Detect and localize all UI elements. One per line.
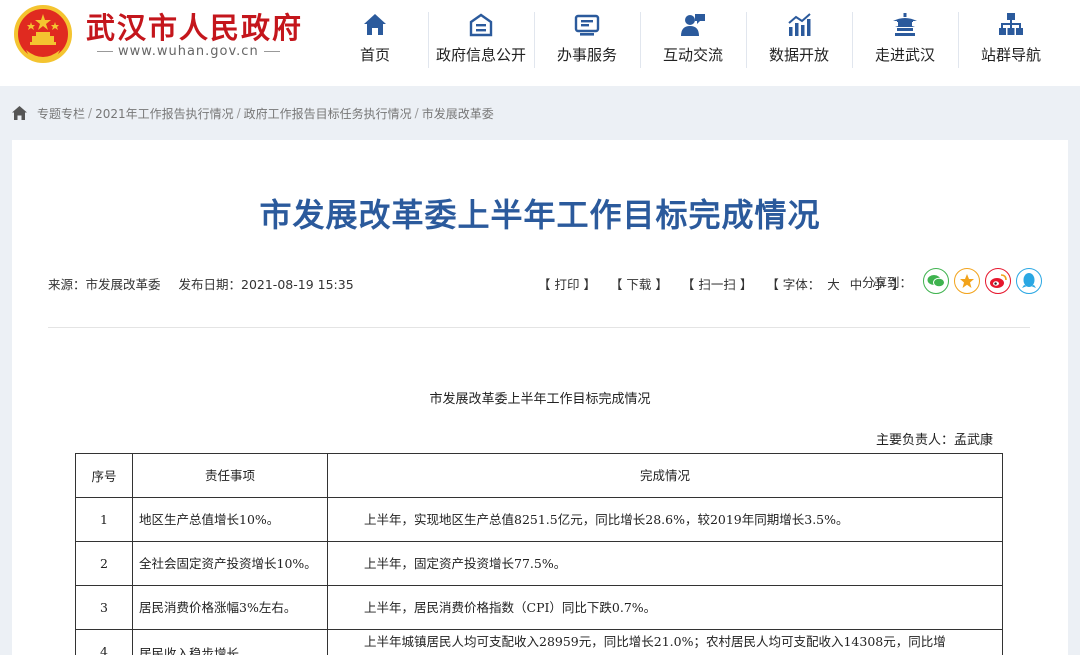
favorite-star-icon bbox=[960, 274, 975, 288]
nav-label: 首页 bbox=[359, 46, 390, 64]
breadcrumb-link[interactable]: 市发展改革委 bbox=[422, 105, 494, 122]
publish-date: 发布日期：2021-08-19 15:35 bbox=[178, 277, 354, 292]
pavilion-icon bbox=[893, 13, 917, 36]
main-nav: 首页 政府信息公开 办事服务 互动交流 数据开放 走进武汉 站群导航 bbox=[322, 8, 1064, 74]
row-result: 上半年，居民消费价格指数（CPI）同比下跌0.7%。 bbox=[327, 585, 1003, 630]
header-cell-item: 责任事项 bbox=[132, 453, 328, 498]
table-row: 3 居民消费价格涨幅3%左右。 上半年，居民消费价格指数（CPI）同比下跌0.7… bbox=[75, 585, 1003, 630]
row-result: 上半年，实现地区生产总值8251.5亿元，同比增长28.6%，较2019年同期增… bbox=[327, 497, 1003, 542]
sitemap-icon bbox=[999, 13, 1023, 35]
nav-service[interactable]: 办事服务 bbox=[534, 8, 640, 74]
row-number: 3 bbox=[75, 585, 133, 630]
share-wechat-button[interactable] bbox=[923, 268, 950, 294]
breadcrumb-link[interactable]: 专题专栏 bbox=[37, 105, 85, 122]
breadcrumb: 专题专栏 / 2021年工作报告执行情况 / 政府工作报告目标任务执行情况 / … bbox=[12, 103, 494, 123]
nav-about-wuhan[interactable]: 走进武汉 bbox=[852, 8, 958, 74]
download-button[interactable]: 【 下载 】 bbox=[610, 277, 668, 292]
row-result: 上半年城镇居民人均可支配收入28959元，同比增长21.0%；农村居民人均可支配… bbox=[327, 629, 1003, 655]
nav-label: 站群导航 bbox=[980, 46, 1041, 64]
site-header: 武汉市人民政府 www.wuhan.gov.cn 首页 政府信息公开 办事服务 … bbox=[0, 0, 1080, 86]
nav-label: 政府信息公开 bbox=[435, 46, 526, 64]
article-tools: 【 打印 】 【 下载 】 【 扫一扫 】 【 字体： 大 中 小 】 bbox=[538, 274, 904, 293]
print-button[interactable]: 【 打印 】 bbox=[538, 277, 596, 292]
site-url: www.wuhan.gov.cn bbox=[92, 44, 285, 59]
nav-label: 数据开放 bbox=[768, 46, 829, 64]
row-number: 4 bbox=[75, 629, 133, 655]
info-disclosure-icon bbox=[469, 13, 493, 37]
nav-label: 互动交流 bbox=[662, 46, 723, 64]
data-chart-icon bbox=[788, 13, 811, 36]
nav-label: 走进武汉 bbox=[874, 46, 935, 64]
page-title: 市发展改革委上半年工作目标完成情况 bbox=[259, 196, 821, 234]
breadcrumb-link[interactable]: 政府工作报告目标任务执行情况 bbox=[244, 105, 412, 122]
table-header-row: 序号 责任事项 完成情况 bbox=[75, 453, 1003, 498]
row-item: 居民收入稳步增长。 bbox=[132, 629, 328, 655]
divider bbox=[48, 327, 1030, 328]
row-item: 全社会固定资产投资增长10%。 bbox=[132, 541, 328, 586]
table-row: 4 居民收入稳步增长。 上半年城镇居民人均可支配收入28959元，同比增长21.… bbox=[75, 629, 1003, 655]
row-number: 1 bbox=[75, 497, 133, 542]
row-result: 上半年，固定资产投资增长77.5%。 bbox=[327, 541, 1003, 586]
nav-home[interactable]: 首页 bbox=[322, 8, 428, 74]
results-table: 序号 责任事项 完成情况 1 地区生产总值增长10%。 上半年，实现地区生产总值… bbox=[75, 453, 1003, 655]
qq-icon bbox=[1022, 273, 1037, 288]
share-qq-button[interactable] bbox=[1016, 268, 1043, 294]
service-icon bbox=[574, 14, 600, 36]
share-label: 分享到： bbox=[862, 274, 913, 290]
home-icon[interactable] bbox=[12, 106, 27, 120]
row-item: 居民消费价格涨幅3%左右。 bbox=[132, 585, 328, 630]
nav-open-data[interactable]: 数据开放 bbox=[746, 8, 852, 74]
row-number: 2 bbox=[75, 541, 133, 586]
national-emblem-logo[interactable] bbox=[12, 4, 74, 68]
weibo-icon bbox=[990, 274, 1007, 288]
nav-sitemap[interactable]: 站群导航 bbox=[958, 8, 1064, 74]
nav-label: 办事服务 bbox=[556, 46, 617, 64]
font-large-button[interactable]: 大 bbox=[827, 277, 840, 292]
document-heading: 市发展改革委上半年工作目标完成情况 bbox=[429, 392, 651, 407]
article-meta: 来源：市发展改革委 发布日期：2021-08-19 15:35 bbox=[48, 274, 354, 293]
wechat-icon bbox=[927, 275, 946, 288]
site-name[interactable]: 武汉市人民政府 bbox=[86, 5, 303, 47]
table-row: 1 地区生产总值增长10%。 上半年，实现地区生产总值8251.5亿元，同比增长… bbox=[75, 497, 1003, 542]
interaction-icon bbox=[681, 14, 705, 36]
nav-info-disclosure[interactable]: 政府信息公开 bbox=[428, 8, 534, 74]
header-cell-number: 序号 bbox=[75, 453, 133, 498]
results-table-wrap: 序号 责任事项 完成情况 1 地区生产总值增长10%。 上半年，实现地区生产总值… bbox=[75, 453, 1003, 655]
scan-qr-button[interactable]: 【 扫一扫 】 bbox=[682, 277, 752, 292]
responsible-person: 主要负责人：孟武康 bbox=[876, 433, 994, 448]
home-icon bbox=[364, 14, 386, 35]
row-item: 地区生产总值增长10%。 bbox=[132, 497, 328, 542]
article-panel: 市发展改革委上半年工作目标完成情况 来源：市发展改革委 发布日期：2021-08… bbox=[12, 140, 1068, 655]
font-size-label: 【 字体： bbox=[766, 277, 821, 292]
nav-interaction[interactable]: 互动交流 bbox=[640, 8, 746, 74]
table-row: 2 全社会固定资产投资增长10%。 上半年，固定资产投资增长77.5%。 bbox=[75, 541, 1003, 586]
article-source: 来源：市发展改革委 bbox=[48, 277, 161, 292]
share-bar: 分享到： bbox=[862, 268, 1043, 294]
breadcrumb-link[interactable]: 2021年工作报告执行情况 bbox=[95, 105, 234, 122]
share-favorite-button[interactable] bbox=[954, 268, 981, 294]
share-weibo-button[interactable] bbox=[985, 268, 1012, 294]
header-cell-result: 完成情况 bbox=[327, 453, 1003, 498]
font-medium-button[interactable]: 中 bbox=[850, 277, 863, 292]
